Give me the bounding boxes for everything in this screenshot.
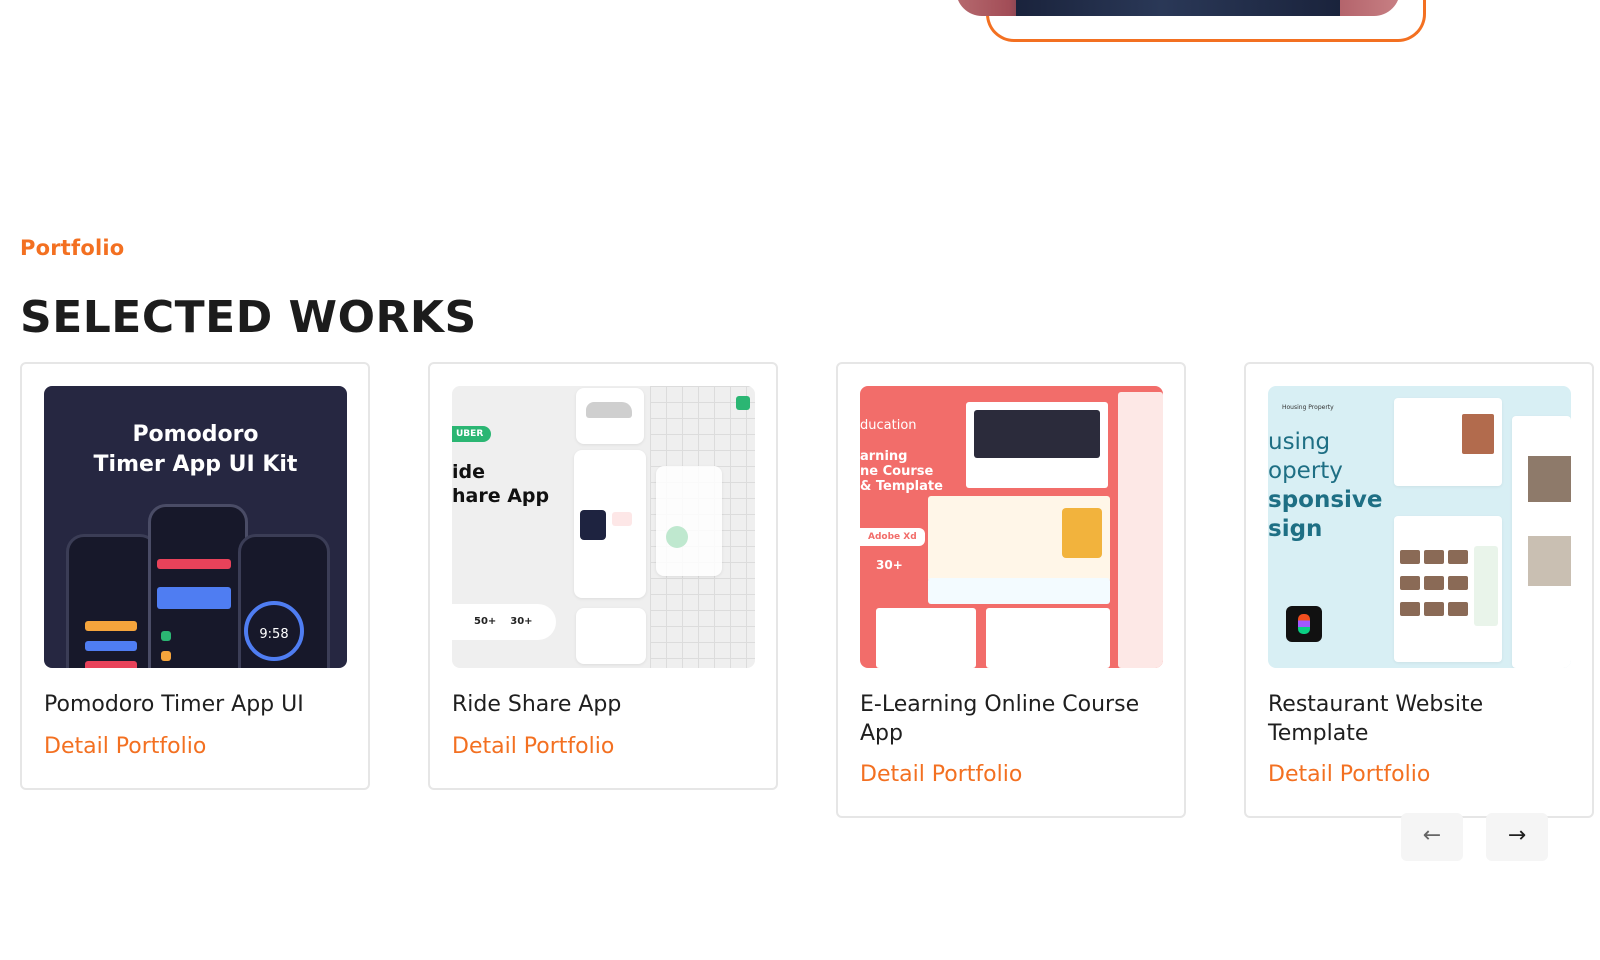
project-thumbnail[interactable]: Pomodoro Timer App UI Kit 9:58	[44, 386, 347, 668]
hero-photo	[956, 0, 1400, 16]
screen-mockup	[1394, 516, 1502, 662]
portfolio-card-elearning[interactable]: ducation arning ne Course & Template Ado…	[836, 362, 1186, 818]
arrow-left-icon: ←	[1422, 823, 1442, 848]
thumbnail-heading: ide hare App	[452, 461, 550, 507]
figma-icon	[1286, 606, 1322, 642]
phone-mockup	[148, 504, 248, 668]
portfolio-card-ride-share[interactable]: UBER ide hare App 50+ 30+ Ride Share App…	[428, 362, 778, 790]
carousel-prev-button[interactable]: ←	[1401, 813, 1463, 861]
screen-mockup	[576, 608, 646, 664]
screen-mockup	[928, 578, 1110, 604]
section-title: SELECTED WORKS	[20, 292, 477, 343]
project-title: Ride Share App	[452, 692, 622, 717]
detail-portfolio-link[interactable]: Detail Portfolio	[44, 734, 206, 759]
thumbnail-stats: 50+ 30+	[452, 604, 556, 640]
screen-mockup	[928, 496, 1110, 582]
project-title: E-Learning Online Course App	[860, 692, 1140, 746]
thumbnail-heading: using operty sponsive sign	[1268, 429, 1383, 542]
screen-mockup	[986, 608, 1110, 668]
screen-mockup	[966, 402, 1108, 488]
detail-portfolio-link[interactable]: Detail Portfolio	[1268, 762, 1430, 787]
project-thumbnail[interactable]: UBER ide hare App 50+ 30+	[452, 386, 755, 668]
project-thumbnail[interactable]: ducation arning ne Course & Template Ado…	[860, 386, 1163, 668]
thumbnail-heading: ducation arning ne Course & Template	[860, 418, 943, 494]
project-thumbnail[interactable]: Housing Property using operty sponsive s…	[1268, 386, 1571, 668]
thumbnail-heading: Pomodoro Timer App UI Kit	[93, 422, 298, 477]
phone-mockup	[66, 534, 158, 668]
thumbnail-label: Housing Property	[1282, 404, 1334, 411]
screen-mockup	[876, 608, 976, 668]
car-card	[576, 388, 644, 444]
screen-mockup	[1394, 398, 1502, 486]
portfolio-card-pomodoro[interactable]: Pomodoro Timer App UI Kit 9:58 Pomodoro …	[20, 362, 370, 790]
project-title: Pomodoro Timer App UI	[44, 692, 304, 717]
detail-portfolio-link[interactable]: Detail Portfolio	[452, 734, 614, 759]
portfolio-card-restaurant[interactable]: Housing Property using operty sponsive s…	[1244, 362, 1594, 818]
screen-mockup	[1118, 392, 1163, 668]
carousel-next-button[interactable]: →	[1486, 813, 1548, 861]
screen-mockup	[574, 450, 646, 598]
detail-portfolio-link[interactable]: Detail Portfolio	[860, 762, 1022, 787]
arrow-right-icon: →	[1507, 823, 1527, 848]
timer-ring: 9:58	[244, 601, 304, 661]
screen-mockup	[1512, 416, 1571, 668]
project-title: Restaurant Website Template	[1268, 692, 1484, 746]
section-eyebrow: Portfolio	[20, 236, 125, 260]
thumbnail-badge: UBER	[452, 426, 492, 442]
thumbnail-stat: 30+	[876, 558, 903, 572]
adobe-xd-badge: Adobe Xd	[860, 528, 925, 546]
screen-mockup	[656, 466, 722, 576]
